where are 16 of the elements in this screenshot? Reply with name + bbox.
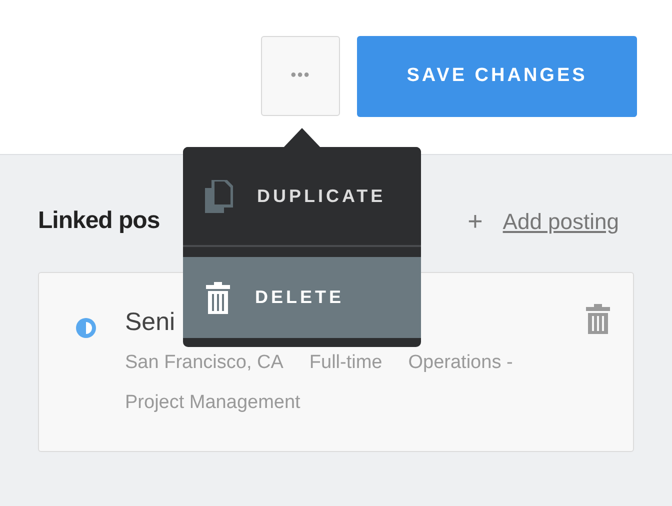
posting-detail: San Francisco, CA	[125, 351, 284, 375]
posting-detail: Full-time	[309, 351, 382, 375]
add-posting-link[interactable]: Add posting	[502, 204, 619, 238]
trash-icon[interactable]	[585, 304, 611, 334]
plus-icon[interactable]: +	[468, 202, 483, 240]
copy-icon	[205, 180, 233, 212]
posting-detail: Project Management	[125, 391, 300, 415]
save-button[interactable]: SAVE CHANGES	[357, 36, 637, 117]
more-button[interactable]: •••	[261, 36, 340, 116]
menu-item[interactable]: DELETE	[183, 257, 421, 338]
menu-pointer-icon	[283, 128, 321, 148]
trash-icon	[205, 282, 231, 314]
section-heading: Linked pos	[38, 206, 160, 236]
status-icon	[76, 318, 96, 338]
posting-title[interactable]: Seni	[125, 307, 176, 337]
posting-detail: Operations -	[408, 351, 513, 375]
